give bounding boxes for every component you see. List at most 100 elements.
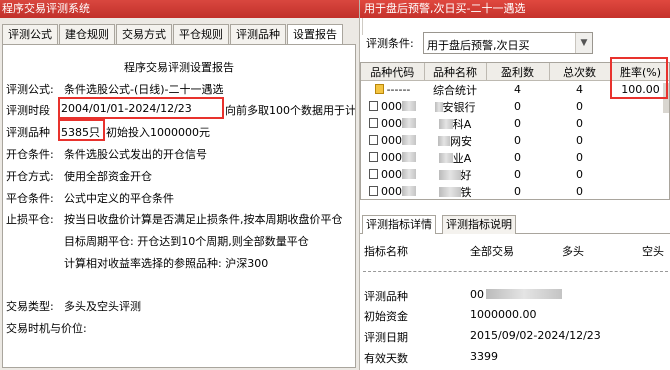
varieties-highlight xyxy=(58,119,105,141)
stop-value: 按当日收盘价计算是否满足止损条件,按本周期收盘价平仓 xyxy=(64,213,343,226)
tab-close-rules[interactable]: 平仓规则 xyxy=(173,24,229,44)
row-wins: 0 xyxy=(514,185,521,198)
folder-icon xyxy=(374,84,384,94)
redacted-mark xyxy=(402,101,416,111)
detail-label: 有效天数 xyxy=(364,352,408,365)
divider xyxy=(362,18,363,35)
row-name: 科A xyxy=(452,117,472,131)
row-name: 安银行 xyxy=(442,100,476,114)
detail-label: 初始资金 xyxy=(364,310,408,323)
trade-type-value: 多头及空头评测 xyxy=(64,300,141,313)
varieties-extra: 初始投入1000000元 xyxy=(106,126,210,139)
redacted-mark xyxy=(402,186,416,196)
redacted-mark xyxy=(438,135,450,146)
detail-label: 评测品种 xyxy=(364,290,408,303)
tab-varieties[interactable]: 评测品种 xyxy=(230,24,286,44)
detail-header-name: 指标名称 xyxy=(364,245,408,258)
column-header-total[interactable]: 总次数 xyxy=(549,63,611,81)
trade-timing-label: 交易时机与价位: xyxy=(6,322,87,335)
benchmark-value: 计算相对收益率选择的参照品种: 沪深300 xyxy=(64,257,269,270)
file-icon xyxy=(369,118,378,128)
row-wins: 0 xyxy=(514,134,521,147)
tab-settings-report[interactable]: 设置报告 xyxy=(287,24,343,45)
detail-value: 00 xyxy=(470,288,484,301)
detail-label: 评测日期 xyxy=(364,331,408,344)
evaluation-result-window: 用于盘后预警,次日买-二十一遇选 评测条件: 用于盘后预警,次日买 ▼ 品种代码… xyxy=(360,0,670,370)
row-wins: 0 xyxy=(514,117,521,130)
column-header-name[interactable]: 品种名称 xyxy=(424,63,487,81)
settings-tabs: 评测公式 建仓规则 交易方式 平仓规则 评测品种 设置报告 xyxy=(2,24,344,45)
redacted-mark xyxy=(438,186,461,197)
row-win-rate xyxy=(610,115,669,132)
file-icon xyxy=(369,152,378,162)
trade-type-label: 交易类型: xyxy=(6,300,54,313)
table-row[interactable]: 000 业A 0 0 xyxy=(361,149,669,166)
row-total: 0 xyxy=(576,100,583,113)
close-cond-value: 公式中定义的平仓条件 xyxy=(64,192,174,205)
row-total: 0 xyxy=(576,168,583,181)
table-row[interactable]: 000 好 0 0 xyxy=(361,166,669,183)
condition-select[interactable]: 用于盘后预警,次日买 ▼ xyxy=(423,32,593,54)
tab-indicator-description[interactable]: 评测指标说明 xyxy=(442,215,516,234)
row-code: 000 xyxy=(381,151,402,164)
row-wins: 0 xyxy=(514,151,521,164)
redacted-mark xyxy=(402,135,416,145)
file-icon xyxy=(369,186,378,196)
formula-label: 评测公式: xyxy=(6,83,54,96)
tab-indicator-details[interactable]: 评测指标详情 xyxy=(362,215,436,234)
period-extra: 向前多取100个数据用于计算 强制 xyxy=(225,104,356,117)
period-label: 评测时段 xyxy=(6,104,50,117)
settings-report: 程序交易评测设置报告 评测公式: 条件选股公式-(日线)-二十一遇选 评测时段 … xyxy=(2,44,356,368)
detail-value: 2015/09/02-2024/12/23 xyxy=(470,329,601,342)
open-cond-value: 条件选股公式发出的开仓信号 xyxy=(64,148,207,161)
file-icon xyxy=(369,169,378,179)
row-total: 4 xyxy=(576,83,583,96)
target-period-value: 目标周期平仓: 开仓达到10个周期,则全部数量平仓 xyxy=(64,235,309,248)
column-header-code[interactable]: 品种代码 xyxy=(361,63,425,81)
row-total: 0 xyxy=(576,134,583,147)
row-total: 0 xyxy=(576,185,583,198)
column-header-wins[interactable]: 盈利数 xyxy=(486,63,550,81)
table-row[interactable]: 000 铁 0 0 xyxy=(361,183,669,199)
open-mode-label: 开仓方式: xyxy=(6,170,54,183)
evaluation-system-window: 程序交易评测系统 评测公式 建仓规则 交易方式 平仓规则 评测品种 设置报告 程… xyxy=(0,0,360,370)
tab-formula[interactable]: 评测公式 xyxy=(2,24,58,44)
row-name: 网安 xyxy=(450,134,472,148)
row-code: ------ xyxy=(386,83,411,96)
row-code: 000 xyxy=(381,117,402,130)
row-name: 铁 xyxy=(460,185,472,199)
row-name: 好 xyxy=(460,168,472,182)
report-title: 程序交易评测设置报告 xyxy=(124,61,234,74)
detail-header-all: 全部交易 xyxy=(470,245,514,258)
open-mode-value: 使用全部资金开仓 xyxy=(64,170,152,183)
row-win-rate xyxy=(610,183,669,199)
table-row[interactable]: 000 科A 0 0 xyxy=(361,115,669,132)
close-cond-label: 平仓条件: xyxy=(6,192,54,205)
period-highlight xyxy=(58,97,224,119)
redacted-mark xyxy=(438,118,453,129)
file-icon xyxy=(369,101,378,111)
tab-trade-mode[interactable]: 交易方式 xyxy=(116,24,172,44)
tab-open-rules[interactable]: 建仓规则 xyxy=(59,24,115,44)
chevron-down-icon[interactable]: ▼ xyxy=(575,33,592,53)
row-name: 业A xyxy=(452,151,472,165)
table-row[interactable]: 000 安银行 0 0 xyxy=(361,98,669,115)
redacted-mark xyxy=(402,118,416,128)
row-win-rate xyxy=(610,149,669,166)
stop-label: 止损平仓: xyxy=(6,213,54,226)
detail-tabs: 评测指标详情 评测指标说明 xyxy=(360,213,670,234)
condition-label: 评测条件: xyxy=(366,37,414,50)
redacted-mark xyxy=(486,289,562,299)
redacted-mark xyxy=(434,101,443,112)
row-total: 0 xyxy=(576,117,583,130)
row-win-rate xyxy=(610,98,669,115)
row-code: 000 xyxy=(381,168,402,181)
detail-value: 1000000.00 xyxy=(470,308,537,321)
detail-header-long: 多头 xyxy=(562,245,584,258)
file-icon xyxy=(369,135,378,145)
row-code: 000 xyxy=(381,100,402,113)
open-cond-label: 开仓条件: xyxy=(6,148,54,161)
row-wins: 0 xyxy=(514,168,521,181)
table-row[interactable]: 000 网安 0 0 xyxy=(361,132,669,149)
row-total: 0 xyxy=(576,151,583,164)
